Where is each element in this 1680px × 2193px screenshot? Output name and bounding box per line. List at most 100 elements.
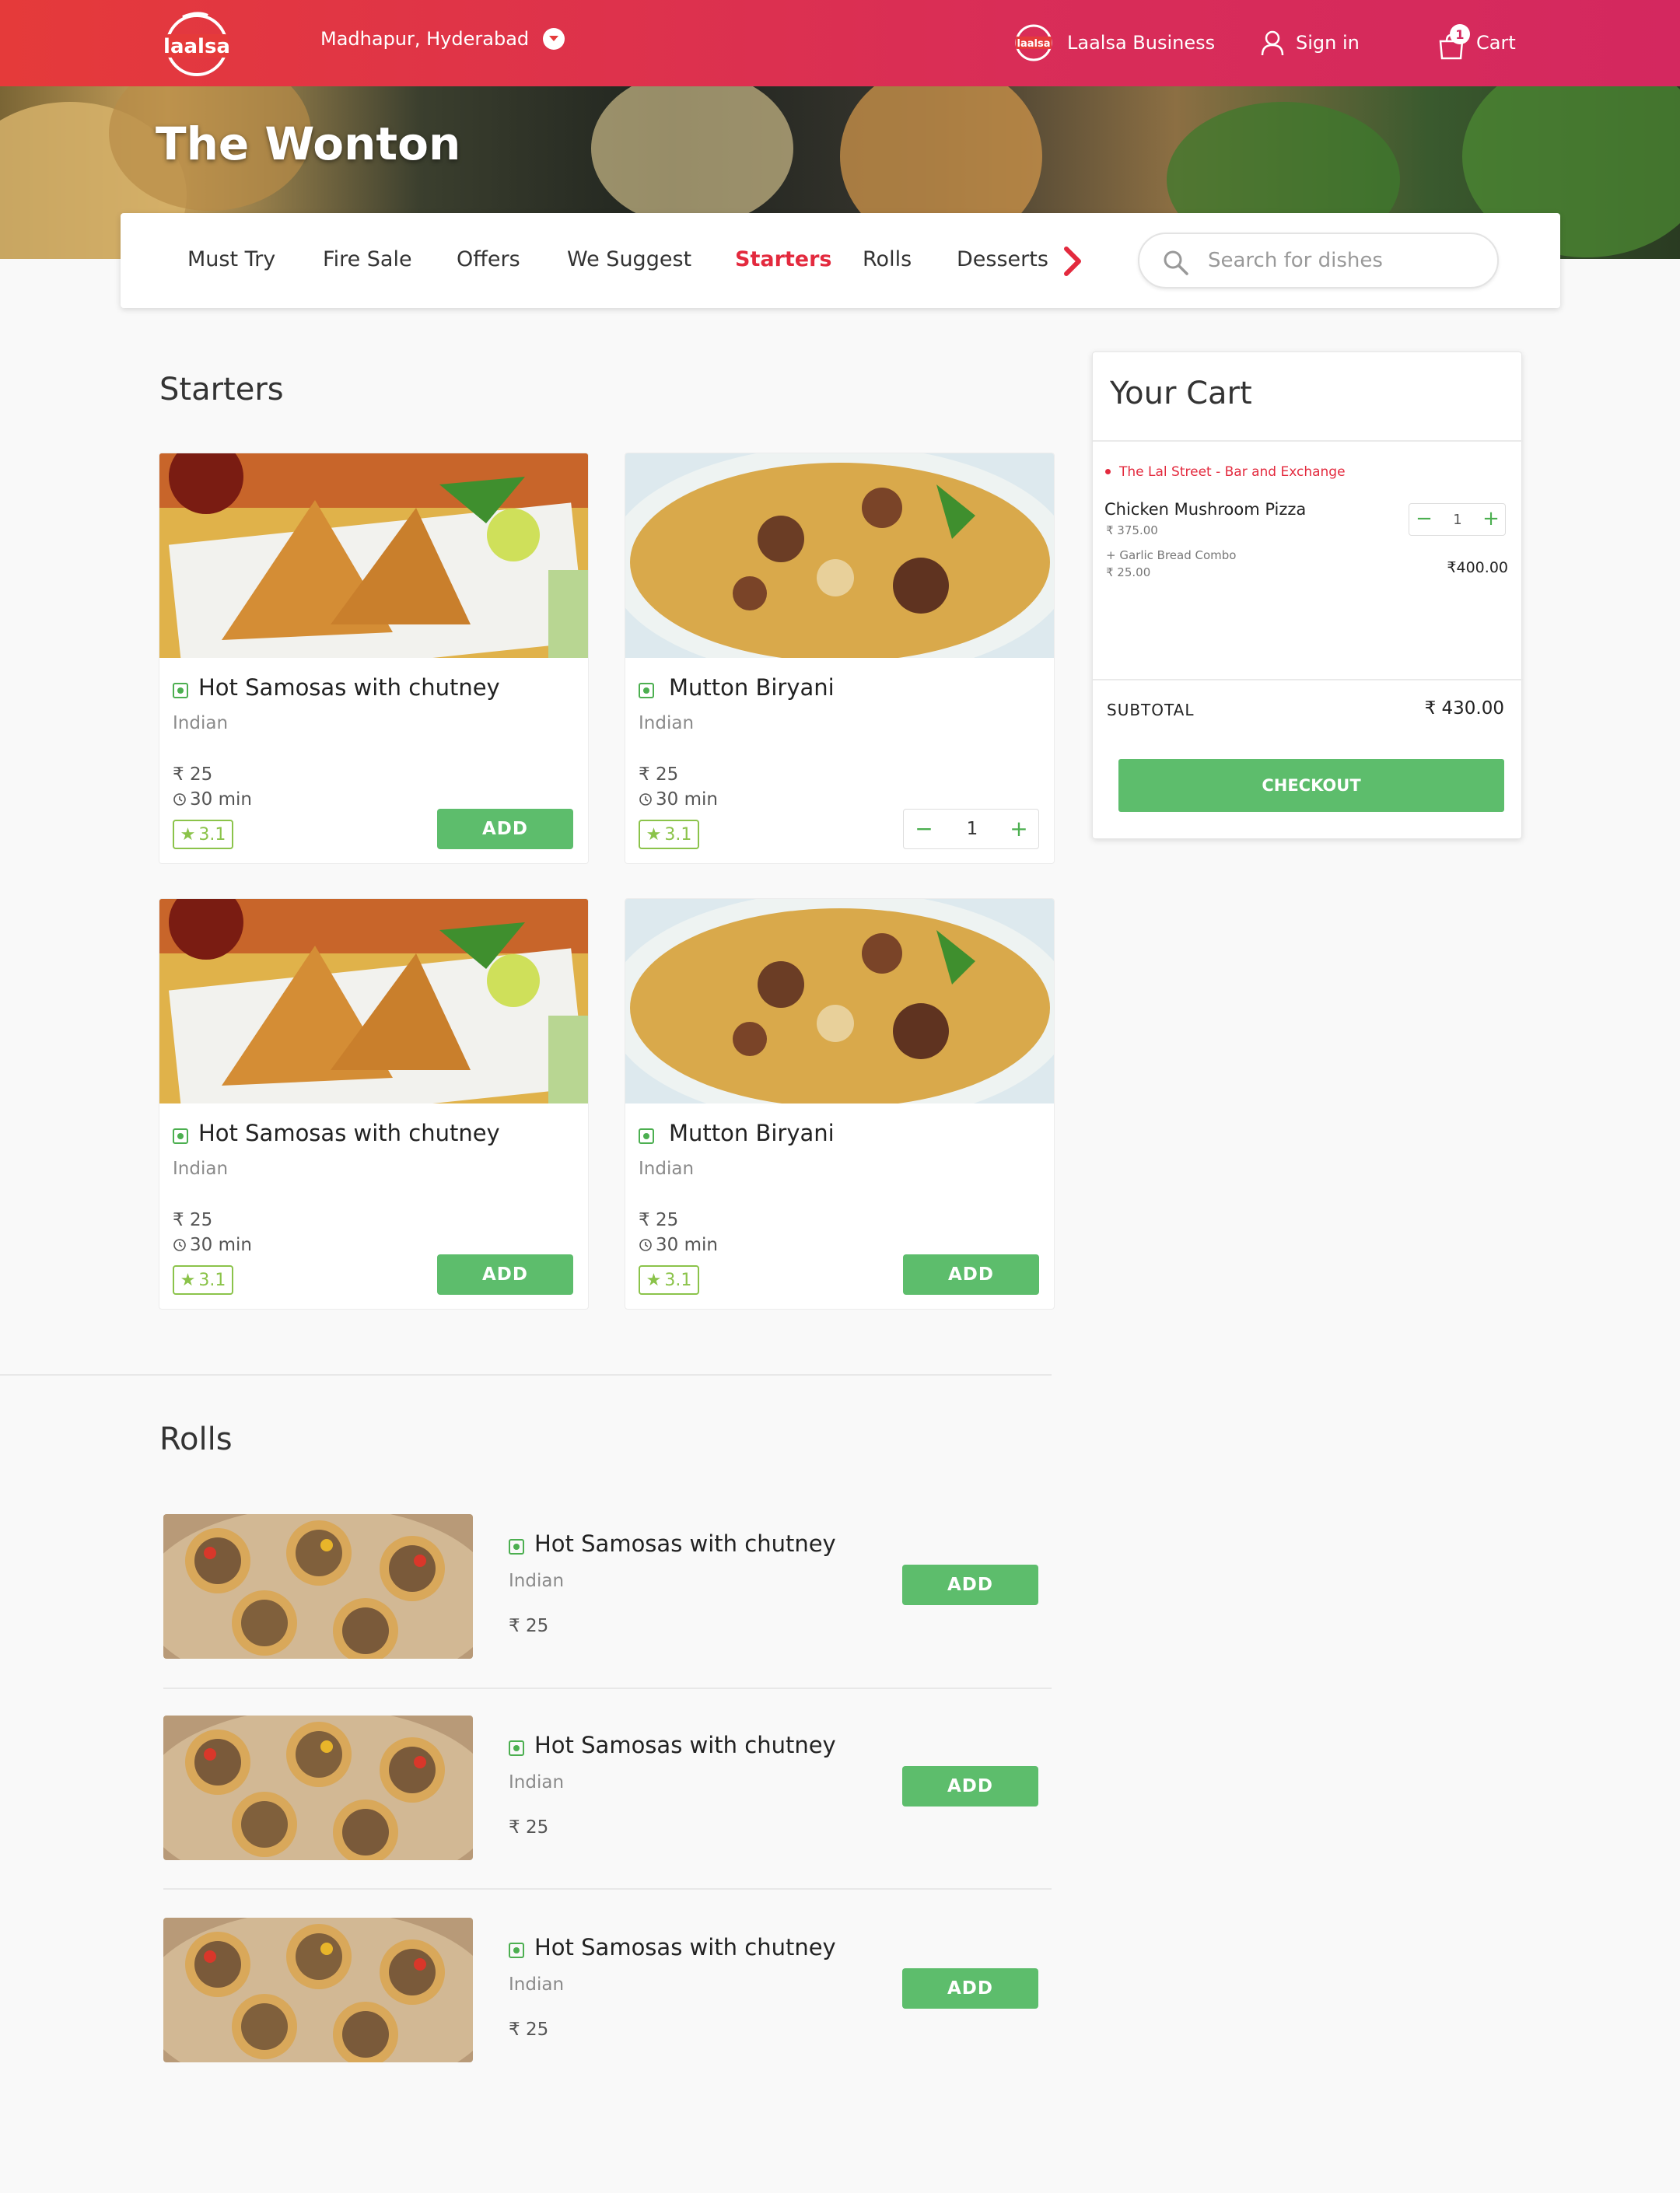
tab-starters[interactable]: Starters xyxy=(735,247,832,271)
dish-price: ₹ 25 xyxy=(509,1817,549,1838)
dish-price: ₹ 25 xyxy=(639,1210,679,1230)
dish-image xyxy=(163,1716,473,1860)
dish-name: Hot Samosas with chutney xyxy=(198,1120,500,1146)
veg-indicator-icon xyxy=(639,683,654,698)
add-button[interactable]: ADD xyxy=(902,1968,1038,2009)
cart-decrement-button[interactable]: − xyxy=(1412,507,1436,530)
cart-restaurant-name: The Lal Street - Bar and Exchange xyxy=(1105,464,1346,480)
star-icon: ★ xyxy=(180,824,196,845)
search-box xyxy=(1138,233,1499,289)
category-tabs: Must Try Fire Sale Offers We Suggest Sta… xyxy=(121,213,1560,308)
clock-icon xyxy=(173,793,186,806)
dish-image xyxy=(625,453,1054,658)
search-icon xyxy=(1164,250,1188,275)
dish-name: Hot Samosas with chutney xyxy=(534,1934,836,1960)
cart-label: Cart xyxy=(1476,32,1516,54)
prep-time: 30 min xyxy=(639,1235,718,1255)
chevron-right-icon[interactable] xyxy=(1062,246,1085,277)
dish-name: Hot Samosas with chutney xyxy=(534,1732,836,1758)
dish-card: Hot Samosas with chutney Indian ₹ 25 30 … xyxy=(159,453,589,864)
signin-label: Sign in xyxy=(1296,32,1360,54)
prep-time: 30 min xyxy=(173,1235,252,1255)
add-button[interactable]: ADD xyxy=(902,1766,1038,1807)
rating-badge: ★ 3.1 xyxy=(639,1265,699,1295)
dish-price: ₹ 25 xyxy=(509,1616,549,1636)
search-input[interactable] xyxy=(1208,245,1472,276)
location-selector[interactable]: Madhapur, Hyderabad xyxy=(320,28,565,50)
dish-name: Hot Samosas with chutney xyxy=(198,674,500,701)
rating-badge: ★ 3.1 xyxy=(639,820,699,849)
dish-image xyxy=(163,1918,473,2062)
laalsa-logo[interactable]: laalsa xyxy=(159,9,234,78)
prep-time: 30 min xyxy=(173,789,252,810)
starters-heading: Starters xyxy=(159,372,284,407)
quantity-value: 1 xyxy=(966,819,978,839)
quantity-stepper: − 1 + xyxy=(903,809,1039,849)
star-icon: ★ xyxy=(646,824,662,845)
dish-cuisine: Indian xyxy=(509,1772,565,1793)
tab-fire-sale[interactable]: Fire Sale xyxy=(323,247,412,271)
tab-we-suggest[interactable]: We Suggest xyxy=(567,247,691,271)
cart-addon-price: ₹ 25.00 xyxy=(1106,565,1151,579)
cart-quantity-value: 1 xyxy=(1453,512,1462,528)
add-button[interactable]: ADD xyxy=(903,1254,1039,1295)
dish-cuisine: Indian xyxy=(173,713,229,733)
veg-indicator-icon xyxy=(509,1740,524,1756)
veg-indicator-icon xyxy=(639,1128,654,1144)
dish-image xyxy=(159,899,588,1103)
tab-offers[interactable]: Offers xyxy=(457,247,520,271)
dish-name: Mutton Biryani xyxy=(669,674,835,701)
dish-cuisine: Indian xyxy=(509,1571,565,1591)
top-navbar: laalsa Madhapur, Hyderabad laalsa Laalsa… xyxy=(0,0,1680,86)
cart-divider xyxy=(1093,679,1523,680)
cart-addon-name: + Garlic Bread Combo xyxy=(1106,548,1237,562)
dish-cuisine: Indian xyxy=(173,1159,229,1179)
veg-indicator-icon xyxy=(509,1539,524,1555)
cart-line-total: ₹400.00 xyxy=(1447,559,1508,576)
row-divider xyxy=(163,1688,1052,1689)
rating-badge: ★ 3.1 xyxy=(173,1265,233,1295)
dish-price: ₹ 25 xyxy=(173,764,213,785)
add-button[interactable]: ADD xyxy=(437,809,573,849)
section-divider xyxy=(0,1374,1052,1376)
business-logo-icon: laalsa xyxy=(1015,24,1052,61)
clock-icon xyxy=(173,1239,186,1251)
veg-indicator-icon xyxy=(173,683,188,698)
dish-image xyxy=(159,453,588,658)
dish-cuisine: Indian xyxy=(639,1159,695,1179)
tab-desserts[interactable]: Desserts xyxy=(957,247,1048,271)
laalsa-business-link[interactable]: laalsa Laalsa Business xyxy=(1011,23,1215,62)
dish-card: Mutton Biryani Indian ₹ 25 30 min ★ 3.1 −… xyxy=(625,453,1055,864)
svg-text:laalsa: laalsa xyxy=(163,35,230,58)
user-icon xyxy=(1261,30,1284,56)
cart-count-badge: 1 xyxy=(1450,24,1470,44)
add-button[interactable]: ADD xyxy=(902,1565,1038,1605)
tab-must-try[interactable]: Must Try xyxy=(187,247,275,271)
row-divider xyxy=(163,1888,1052,1890)
dish-image xyxy=(625,899,1054,1103)
location-label: Madhapur, Hyderabad xyxy=(320,28,530,50)
restaurant-title: The Wonton xyxy=(156,117,461,170)
dish-price: ₹ 25 xyxy=(173,1210,213,1230)
cart-increment-button[interactable]: + xyxy=(1479,507,1503,530)
clock-icon xyxy=(639,1239,652,1251)
prep-time: 30 min xyxy=(639,789,718,810)
decrement-button[interactable]: − xyxy=(910,816,938,841)
subtotal-value: ₹ 430.00 xyxy=(1424,698,1504,719)
cart-quantity-stepper: − 1 + xyxy=(1409,503,1506,536)
cart-panel: Your Cart The Lal Street - Bar and Excha… xyxy=(1092,352,1523,839)
checkout-button[interactable]: CHECKOUT xyxy=(1118,759,1504,812)
dish-price: ₹ 25 xyxy=(509,2020,549,2040)
increment-button[interactable]: + xyxy=(1005,816,1033,841)
signin-link[interactable]: Sign in xyxy=(1260,23,1360,62)
cart-link[interactable]: 1 Cart xyxy=(1437,23,1516,62)
add-button[interactable]: ADD xyxy=(437,1254,573,1295)
dish-cuisine: Indian xyxy=(639,713,695,733)
clock-icon xyxy=(639,793,652,806)
veg-indicator-icon xyxy=(173,1128,188,1144)
dish-name: Hot Samosas with chutney xyxy=(534,1530,836,1557)
star-icon: ★ xyxy=(646,1270,662,1290)
tab-rolls[interactable]: Rolls xyxy=(863,247,912,271)
rating-badge: ★ 3.1 xyxy=(173,820,233,849)
dish-card: Mutton Biryani Indian ₹ 25 30 min ★ 3.1 A… xyxy=(625,898,1055,1310)
